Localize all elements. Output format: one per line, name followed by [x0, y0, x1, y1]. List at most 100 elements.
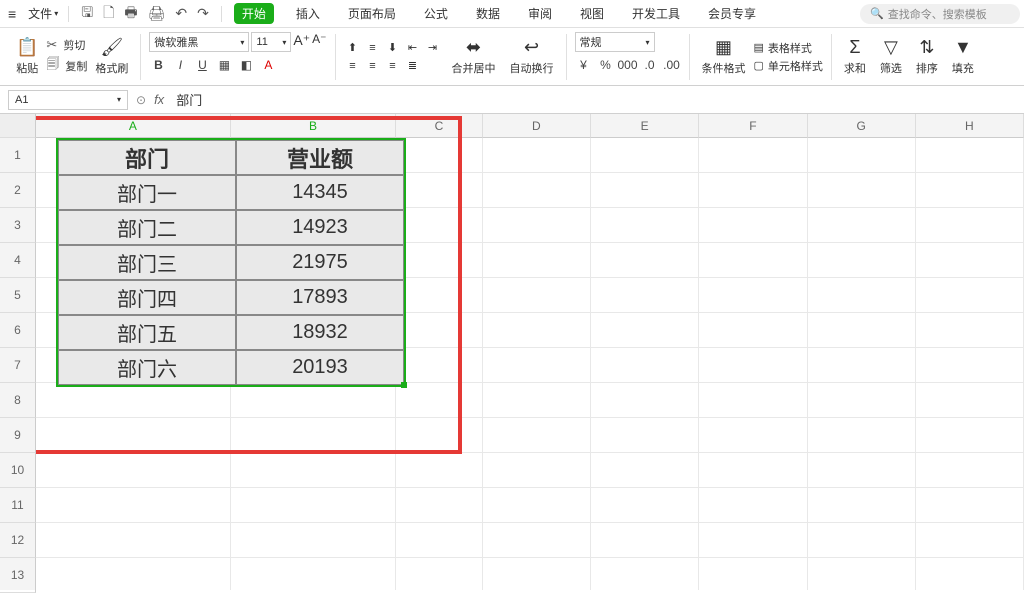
- cell-style-button[interactable]: ▢单元格样式: [754, 58, 823, 74]
- formula-input[interactable]: 部门: [172, 90, 1016, 109]
- save-icon[interactable]: 🖫: [81, 2, 93, 26]
- tab-insert[interactable]: 插入: [290, 1, 326, 26]
- table-cell[interactable]: 14923: [236, 210, 404, 245]
- table-cell[interactable]: 17893: [236, 280, 404, 315]
- italic-button[interactable]: I: [171, 56, 189, 74]
- row-header[interactable]: 8: [0, 383, 36, 418]
- fill-button[interactable]: ▼填充: [948, 35, 978, 78]
- search-input[interactable]: 🔍 查找命令、搜索模板: [860, 4, 1020, 24]
- col-header[interactable]: B: [231, 114, 396, 138]
- align-top-icon[interactable]: ⬆: [344, 40, 362, 56]
- fx-icon[interactable]: fx: [154, 92, 164, 107]
- percent-icon[interactable]: %: [597, 56, 615, 74]
- menu-icon[interactable]: ≡: [4, 6, 20, 22]
- border-button[interactable]: ▦: [215, 56, 233, 74]
- table-cell[interactable]: 部门二: [58, 210, 236, 245]
- selection-handle[interactable]: [401, 382, 407, 388]
- paste-button[interactable]: 📋 粘贴: [12, 35, 42, 78]
- underline-button[interactable]: U: [193, 56, 211, 74]
- table-cell[interactable]: 20193: [236, 350, 404, 385]
- table-cell[interactable]: 21975: [236, 245, 404, 280]
- thousands-icon[interactable]: 000: [619, 56, 637, 74]
- tab-start[interactable]: 开始: [234, 3, 274, 24]
- col-header[interactable]: E: [591, 114, 699, 138]
- format-painter-button[interactable]: 🖌 格式刷: [91, 35, 132, 78]
- indent-increase-icon[interactable]: ⇥: [424, 40, 442, 56]
- justify-icon[interactable]: ≣: [404, 58, 422, 74]
- table-header[interactable]: 部门: [58, 140, 236, 175]
- font-size-select[interactable]: 11▾: [251, 32, 291, 52]
- currency-icon[interactable]: ¥: [575, 56, 593, 74]
- row-header[interactable]: 3: [0, 208, 36, 243]
- col-header[interactable]: C: [396, 114, 483, 138]
- filter-button[interactable]: ▽筛选: [876, 35, 906, 78]
- table-cell[interactable]: 部门四: [58, 280, 236, 315]
- conditional-format-button[interactable]: ▦ 条件格式: [698, 35, 750, 78]
- redo-icon[interactable]: ↷: [197, 5, 209, 22]
- row-header[interactable]: 10: [0, 453, 36, 488]
- tab-formula[interactable]: 公式: [418, 1, 454, 26]
- align-right-icon[interactable]: ≡: [384, 58, 402, 74]
- row-header[interactable]: 1: [0, 138, 36, 173]
- cut-button[interactable]: ✂剪切: [46, 37, 87, 53]
- name-box[interactable]: A1 ▾: [8, 90, 128, 110]
- row-header[interactable]: 13: [0, 558, 36, 593]
- fill-color-button[interactable]: ◧: [237, 56, 255, 74]
- align-middle-icon[interactable]: ≡: [364, 40, 382, 56]
- table-cell[interactable]: 部门一: [58, 175, 236, 210]
- col-header[interactable]: H: [916, 114, 1024, 138]
- select-all-corner[interactable]: [0, 114, 36, 138]
- increase-font-icon[interactable]: A⁺: [293, 32, 310, 52]
- col-header[interactable]: D: [483, 114, 591, 138]
- print-preview-icon[interactable]: 🗋: [103, 2, 114, 26]
- tab-page-layout[interactable]: 页面布局: [342, 1, 402, 26]
- decrease-decimal-icon[interactable]: .00: [663, 56, 681, 74]
- bold-button[interactable]: B: [149, 56, 167, 74]
- row-header[interactable]: 4: [0, 243, 36, 278]
- cells-area[interactable]: 部门 营业额 部门一14345 部门二14923 部门三21975 部门四178…: [36, 138, 1024, 590]
- expand-icon[interactable]: ⊙: [136, 93, 146, 107]
- table-cell[interactable]: 14345: [236, 175, 404, 210]
- print-direct-icon[interactable]: 🖨: [148, 5, 166, 22]
- decrease-font-icon[interactable]: A⁻: [312, 32, 326, 52]
- table-style-button[interactable]: ▤表格样式: [754, 40, 823, 56]
- align-left-icon[interactable]: ≡: [344, 58, 362, 74]
- col-header[interactable]: F: [699, 114, 807, 138]
- merge-center-label: 合并居中: [452, 60, 496, 76]
- undo-icon[interactable]: ↶: [175, 5, 187, 22]
- table-header[interactable]: 营业额: [236, 140, 404, 175]
- merge-center-button[interactable]: ⬌ 合并居中: [448, 35, 500, 78]
- row-header[interactable]: 2: [0, 173, 36, 208]
- tab-member[interactable]: 会员专享: [702, 1, 762, 26]
- selected-data-range[interactable]: 部门 营业额 部门一14345 部门二14923 部门三21975 部门四178…: [56, 138, 406, 387]
- font-name-select[interactable]: 微软雅黑▾: [149, 32, 249, 52]
- print-icon[interactable]: 🖶: [124, 2, 137, 26]
- font-color-button[interactable]: A: [259, 56, 277, 74]
- row-header[interactable]: 7: [0, 348, 36, 383]
- row-header[interactable]: 6: [0, 313, 36, 348]
- tab-data[interactable]: 数据: [470, 1, 506, 26]
- table-cell[interactable]: 部门六: [58, 350, 236, 385]
- col-header[interactable]: A: [36, 114, 231, 138]
- table-cell[interactable]: 18932: [236, 315, 404, 350]
- table-cell[interactable]: 部门三: [58, 245, 236, 280]
- row-header[interactable]: 5: [0, 278, 36, 313]
- increase-decimal-icon[interactable]: .0: [641, 56, 659, 74]
- copy-button[interactable]: 🗐复制: [46, 55, 87, 77]
- sort-button[interactable]: ⇅排序: [912, 35, 942, 78]
- tab-review[interactable]: 审阅: [522, 1, 558, 26]
- row-header[interactable]: 11: [0, 488, 36, 523]
- indent-decrease-icon[interactable]: ⇤: [404, 40, 422, 56]
- wrap-text-button[interactable]: ↩ 自动换行: [506, 35, 558, 78]
- number-format-select[interactable]: 常规▾: [575, 32, 655, 52]
- tab-developer[interactable]: 开发工具: [626, 1, 686, 26]
- table-cell[interactable]: 部门五: [58, 315, 236, 350]
- col-header[interactable]: G: [808, 114, 916, 138]
- tab-view[interactable]: 视图: [574, 1, 610, 26]
- align-bottom-icon[interactable]: ⬇: [384, 40, 402, 56]
- sum-button[interactable]: Σ求和: [840, 35, 870, 78]
- align-center-icon[interactable]: ≡: [364, 58, 382, 74]
- row-header[interactable]: 9: [0, 418, 36, 453]
- row-header[interactable]: 12: [0, 523, 36, 558]
- file-menu[interactable]: 文件 ▾: [22, 5, 64, 22]
